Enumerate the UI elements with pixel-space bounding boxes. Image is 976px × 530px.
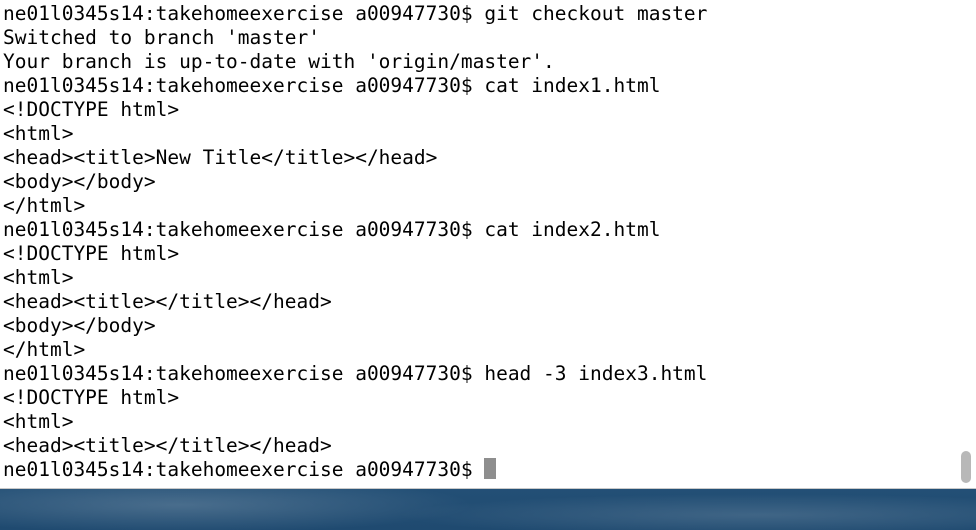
terminal-line: <html> [3, 410, 74, 433]
terminal-window[interactable]: ne01l0345s14:takehomeexercise a00947730$… [0, 0, 976, 489]
terminal-line: </html> [3, 338, 86, 361]
terminal-output: ne01l0345s14:takehomeexercise a00947730$… [3, 2, 707, 482]
terminal-line: <!DOCTYPE html> [3, 98, 180, 121]
terminal-line: <head><title></title></head> [3, 434, 332, 457]
terminal-line: <body></body> [3, 170, 156, 193]
terminal-line: <!DOCTYPE html> [3, 242, 180, 265]
terminal-line: Switched to branch 'master' [3, 26, 320, 49]
terminal-line: ne01l0345s14:takehomeexercise a00947730$… [3, 218, 661, 241]
terminal-line: </html> [3, 194, 86, 217]
vertical-scrollbar[interactable] [961, 451, 971, 483]
terminal-cursor [484, 458, 497, 479]
terminal-line: Your branch is up-to-date with 'origin/m… [3, 50, 555, 73]
terminal-prompt: ne01l0345s14:takehomeexercise a00947730$ [3, 458, 485, 481]
terminal-line: <body></body> [3, 314, 156, 337]
terminal-line: <html> [3, 266, 74, 289]
terminal-line: <html> [3, 122, 74, 145]
terminal-line: <head><title>New Title</title></head> [3, 146, 438, 169]
terminal-prompt-line[interactable]: ne01l0345s14:takehomeexercise a00947730$ [3, 458, 707, 482]
terminal-line: <head><title></title></head> [3, 290, 332, 313]
terminal-line: ne01l0345s14:takehomeexercise a00947730$… [3, 362, 708, 385]
terminal-line: ne01l0345s14:takehomeexercise a00947730$… [3, 2, 708, 25]
terminal-line: ne01l0345s14:takehomeexercise a00947730$… [3, 74, 661, 97]
terminal-line: <!DOCTYPE html> [3, 386, 180, 409]
